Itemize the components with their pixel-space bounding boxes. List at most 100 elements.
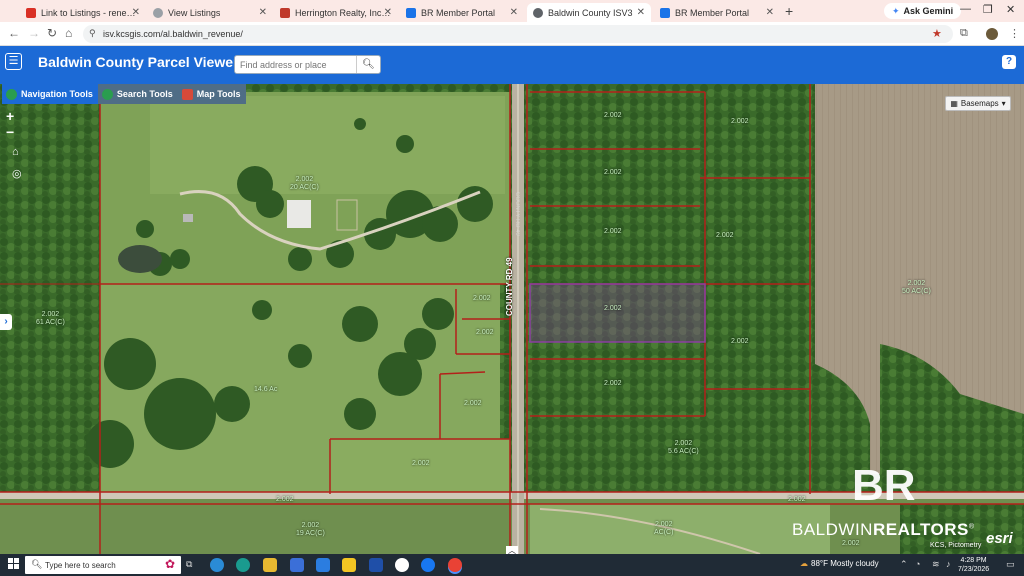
forward-icon[interactable]: → [28,26,40,40]
extensions-icon[interactable]: ⧉ [960,27,968,40]
parcel-label[interactable]: 2.002 [276,496,294,504]
mail-icon[interactable] [316,558,330,572]
tab-title: Baldwin County ISV3 [548,7,633,18]
tab-br-member-portal[interactable]: BR Member Portal ✕ [400,3,524,22]
home-extent-icon[interactable]: ⌂ [12,146,19,158]
google-icon[interactable] [395,558,409,572]
search-button[interactable]: 🔍︎ [356,56,380,73]
address-search-input[interactable] [235,56,357,73]
parcel-label[interactable]: 2.002 [716,232,734,240]
parcel-label[interactable]: 2.002 20 AC(C) [290,176,319,192]
tab-herrington-realty[interactable]: Herrington Realty, Inc. - Search ✕ [274,3,398,22]
close-window-icon[interactable]: ✕ [1006,3,1015,16]
back-icon[interactable]: ← [8,26,20,40]
parcel-label[interactable]: 2.002 AC(C) [654,521,673,537]
navigation-tools-button[interactable]: Navigation Tools [2,84,98,104]
address-bar-row: ← → ↻ ⌂ ⚲ isv.kcsgis.com/al.baldwin_reve… [0,22,1024,46]
new-tab-button[interactable]: + [785,3,793,19]
task-view-icon[interactable]: ⧉ [186,559,192,570]
close-icon[interactable]: ✕ [637,7,645,18]
clock-date: 7/23/2026 [958,566,990,573]
search-tools-button[interactable]: Search Tools [97,84,178,104]
parcel-label[interactable]: 2.002 [464,400,482,408]
side-panel-toggle[interactable]: › [0,314,12,330]
parcel-label[interactable]: 2.002 19 AC(C) [296,522,325,538]
weather-widget[interactable]: ☁ 88°F Mostly cloudy [800,559,879,568]
more-menu-icon[interactable]: ⋮ [1009,27,1020,40]
map-view[interactable]: 2.002 2.002 2.002 2.002 2.002 2.002 2.00… [0,84,1024,554]
facebook-icon[interactable] [421,558,435,572]
edge-icon[interactable] [236,558,250,572]
menu-button[interactable]: ☰ [5,53,22,70]
chrome-icon[interactable] [448,558,462,572]
help-button[interactable]: ? [1002,55,1016,69]
parcel-label[interactable]: 2.002 [604,228,622,236]
portal-icon [660,7,670,18]
tab-baldwin-county-isv3[interactable]: Baldwin County ISV3 ✕ [527,3,651,22]
reload-icon[interactable]: ↻ [47,26,57,40]
parcel-label[interactable]: 2.002 [788,496,806,504]
tab-view-listings[interactable]: View Listings ✕ [147,3,273,22]
road-label-faint: COUNTY RD 49 [514,192,520,236]
tab-br-member-portal-2[interactable]: BR Member Portal ✕ [654,3,780,22]
bookmark-star-icon[interactable]: ★ [932,27,942,40]
parcel-label[interactable]: 2.002 50 AC(C) [902,280,931,296]
br-logo: BR [852,462,916,506]
copilot-icon[interactable] [210,558,224,572]
parcel-label[interactable]: 2.002 [604,380,622,388]
parcel-label[interactable]: 2.002 [731,338,749,346]
map-attribution: KCS, Pictometry [930,542,982,549]
taskbar-search-placeholder: Type here to search [45,560,116,570]
parcel-label[interactable]: 2.002 [842,540,860,548]
brokerage-watermark: BALDWINREALTORS® [792,520,975,540]
esri-logo: esri [986,530,1013,547]
minimize-icon[interactable]: — [960,3,971,15]
parcel-label[interactable]: 2.002 [604,112,622,120]
taskbar-clock[interactable]: 4:28 PM 7/23/2026 [958,556,989,574]
wifi-icon[interactable]: ≋ [932,559,940,570]
tab-link-to-listings[interactable]: Link to Listings - reneedonedr ✕ [20,3,146,22]
parcel-label[interactable]: 2.002 [476,329,494,337]
site-icon [280,7,290,18]
parcel-label[interactable]: 2.002 [473,295,491,303]
close-icon[interactable]: ✕ [766,7,774,18]
profile-avatar-icon[interactable] [986,28,998,40]
url-text: isv.kcsgis.com/al.baldwin_revenue/ [103,29,243,39]
locate-icon[interactable]: ◎ [12,167,22,180]
close-icon[interactable]: ✕ [510,7,518,18]
url-field[interactable]: ⚲ isv.kcsgis.com/al.baldwin_revenue/ [83,25,953,43]
road-label: COUNTY RD 49 [505,257,514,316]
parcel-label[interactable]: 2.002 [412,460,430,468]
close-icon[interactable]: ✕ [384,7,392,18]
show-hidden-icons-icon[interactable]: ⌃ [900,559,908,570]
taskbar-search[interactable]: 🔍︎ Type here to search ✿ [25,556,181,574]
flower-icon: ✿ [164,557,175,571]
zoom-out-button[interactable]: − [6,124,14,140]
close-icon[interactable]: ✕ [259,7,267,18]
close-icon[interactable]: ✕ [132,7,140,18]
file-explorer-icon[interactable] [263,558,277,572]
volume-icon[interactable]: ♪ [946,559,951,569]
notifications-icon[interactable]: ▭ [1006,559,1015,570]
basemaps-button[interactable]: ▦ Basemaps ▾ [945,96,1011,111]
map-tools-button[interactable]: Map Tools [177,84,246,104]
parcel-label[interactable]: 2.002 61 AC(C) [36,311,65,327]
app-icon[interactable] [342,558,356,572]
parcel-label[interactable]: 2.002 5.6 AC(C) [668,440,699,456]
ask-gemini-button[interactable]: ✦ Ask Gemini [884,3,962,19]
parcel-label[interactable]: 14.6 Ac [254,378,277,394]
network-icon[interactable]: ◔ [915,559,920,569]
store-icon[interactable] [290,558,304,572]
parcel-label[interactable]: 2.002 [731,118,749,126]
windows-start-icon[interactable] [8,558,19,569]
svg-text:BR: BR [852,462,916,506]
site-info-icon[interactable]: ⚲ [89,28,96,39]
map-toolbar: Navigation Tools Search Tools Map Tools [2,84,246,104]
parcel-label[interactable]: 2.002 [604,169,622,177]
home-icon[interactable]: ⌂ [65,26,72,40]
outlook-icon[interactable] [369,558,383,572]
zoom-in-button[interactable]: + [6,108,14,124]
expand-panel-icon[interactable]: ︿ [506,546,518,554]
restore-icon[interactable]: ❐ [983,3,993,16]
parcel-label-selected[interactable]: 2.002 [604,305,622,313]
